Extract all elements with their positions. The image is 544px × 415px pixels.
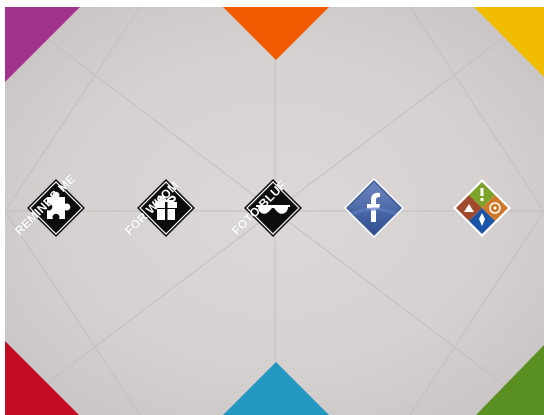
corner-tab-top-right[interactable] [474,7,544,77]
corner-tab-top-center[interactable] [223,7,329,60]
corner-tab-bottom-left[interactable] [5,341,79,415]
corner-tab-top-left[interactable] [5,7,80,82]
app-for-whom[interactable]: FOR WHOM [122,178,196,238]
app-reminds-me[interactable]: REMINDS ME [12,172,86,238]
app-multicolor[interactable] [452,178,512,238]
app-foto-bluf[interactable]: FOTO BLUF [229,178,303,238]
app-facebook[interactable] [344,178,404,238]
corner-tab-bottom-center[interactable] [223,362,329,415]
launcher-screen: REMINDS ME FOR WHOM FOTO BLUF [5,7,544,415]
corner-tab-bottom-right[interactable] [476,345,544,415]
multicolor-app-icon [453,179,511,237]
facebook-icon [344,178,404,238]
